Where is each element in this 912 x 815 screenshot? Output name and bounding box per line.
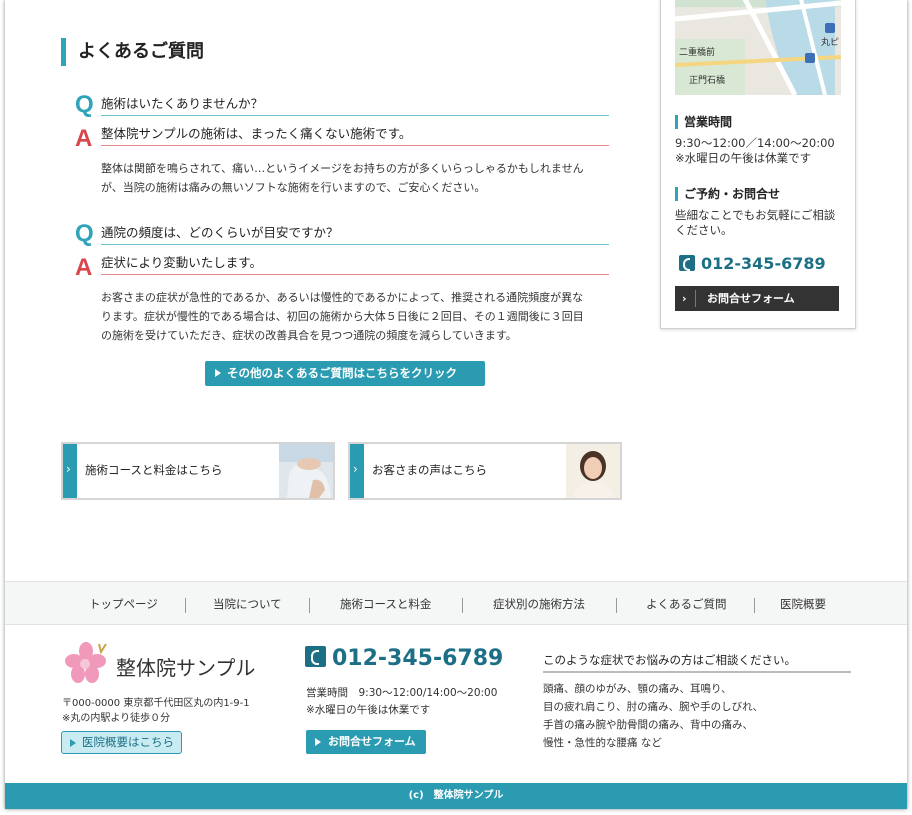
- footer-site-name: 整体院サンプル: [116, 656, 256, 680]
- footer-nav-course[interactable]: 施術コースと料金: [340, 596, 431, 612]
- phone-text: 012-345-6789: [701, 254, 826, 273]
- faq-body-line: の施術を受けていただき、症状の改善具合を見つつ通院の頻度を減らしていきます。: [101, 329, 517, 342]
- faq-answer-body: 整体は関節を鳴らされて、痛い…というイメージをお持ちの方が多くいらっしゃるかもし…: [75, 159, 609, 197]
- footer-nav-clinic[interactable]: 医院概要: [780, 596, 826, 612]
- map-label: 二重橋前: [679, 46, 715, 58]
- footer-phone-number[interactable]: 012-345-6789: [305, 646, 503, 671]
- faq-section-title: よくあるご質問: [61, 38, 204, 66]
- phone-icon: [679, 255, 695, 271]
- nav-divider: [185, 598, 186, 613]
- map-label: 正門石橋: [689, 74, 725, 86]
- play-triangle-icon: [315, 738, 321, 746]
- faq-answer: A 症状により変動いたします。: [75, 252, 609, 281]
- faq-body-line: 整体は関節を鳴らされて、痛い…というイメージをお持ちの方が多くいらっしゃるかもし…: [101, 162, 584, 175]
- chevron-right-icon: ›: [682, 292, 687, 305]
- footer-nav-faq[interactable]: よくあるご質問: [646, 596, 727, 612]
- faq-body-line: お客さまの症状が急性的であるか、あるいは慢性的であるかによって、推奨される通院頻…: [101, 291, 584, 304]
- faq-question-text: 施術はいたくありませんか？: [101, 93, 609, 116]
- hours-line: 営業時間 9:30〜12:00/14:00〜20:00: [306, 687, 498, 699]
- banner-customer-voice[interactable]: › お客さまの声はこちら: [348, 442, 622, 500]
- nav-divider: [462, 598, 463, 613]
- symptom-heading: このような症状でお悩みの方はご相談ください。: [543, 652, 851, 673]
- sidebar-contact-button[interactable]: › お問合せフォーム: [675, 286, 839, 311]
- page-frame: よくあるご質問 Q 施術はいたくありませんか？ A 整体院サンプルの施術は、まっ…: [5, 0, 907, 809]
- footer-nav-about[interactable]: 当院について: [213, 596, 282, 612]
- footer-nav-symptoms[interactable]: 症状別の施術方法: [493, 596, 585, 612]
- play-triangle-icon: [70, 739, 76, 747]
- faq-question: Q 通院の頻度は、どのくらいが目安ですか？: [75, 220, 609, 248]
- copyright-bar: (c) 整体院サンプル: [5, 783, 907, 809]
- question-mark-q: Q: [75, 91, 94, 118]
- symptom-list: 頭痛、顔のゆがみ、顎の痛み、耳鳴り、 目の疲れ肩こり、肘の痛み、腕や手のしびれ、…: [543, 680, 763, 752]
- symptom-line: 頭痛、顔のゆがみ、顎の痛み、耳鳴り、: [543, 683, 732, 695]
- faq-answer-text: 整体院サンプルの施術は、まったく痛くない施術です。: [101, 123, 609, 146]
- sidebar-phone-number[interactable]: 012-345-6789: [679, 254, 826, 273]
- sidebar: 二重橋前 正門石橋 丸ピ 営業時間 9:30〜12:00／14:00〜20:00…: [660, 0, 856, 329]
- faq-body-line: ります。症状が慢性的である場合は、初回の施術から大体５日後に２回目、その１週間後…: [101, 310, 584, 323]
- footer-address: 〒000-0000 東京都千代田区丸の内1-9-1 ※丸の内駅より徒歩０分: [62, 696, 250, 726]
- reserve-heading: ご予約・お問合せ: [675, 187, 780, 201]
- banner-course-price[interactable]: › 施術コースと料金はこちら: [61, 442, 335, 500]
- address-line: ※丸の内駅より徒歩０分: [62, 713, 171, 724]
- phone-icon: [305, 646, 326, 667]
- phone-text: 012-345-6789: [332, 646, 504, 671]
- faq-answer-body: お客さまの症状が急性的であるか、あるいは慢性的であるかによって、推奨される通院頻…: [75, 288, 609, 345]
- access-map[interactable]: 二重橋前 正門石橋 丸ピ: [675, 0, 841, 95]
- symptom-line: 手首の痛み腕や肋骨間の痛み、背中の痛み、: [543, 719, 753, 731]
- chevron-right-icon: ›: [66, 462, 71, 476]
- customer-photo: [566, 444, 620, 498]
- treatment-photo: [279, 444, 333, 498]
- faq-question-text: 通院の頻度は、どのくらいが目安ですか？: [101, 222, 609, 245]
- hours-heading: 営業時間: [675, 115, 732, 129]
- banner-label: お客さまの声はこちら: [372, 463, 487, 477]
- nav-divider: [754, 598, 755, 613]
- contact-button-label: お問合せフォーム: [707, 292, 795, 305]
- faq-answer-text: 症状により変動いたします。: [101, 252, 609, 275]
- question-mark-q: Q: [75, 220, 94, 247]
- flower-logo-icon: [63, 640, 109, 686]
- banner-stripe: ›: [350, 444, 364, 498]
- more-faq-button[interactable]: その他のよくあるご質問はこちらをクリック: [205, 361, 485, 386]
- play-triangle-icon: [215, 369, 221, 377]
- answer-mark-a: A: [75, 254, 93, 281]
- clinic-info-label: 医院概要はこちら: [82, 735, 174, 749]
- symptom-line: 目の疲れ肩こり、肘の痛み、腕や手のしびれ、: [543, 701, 764, 713]
- hours-line: ※水曜日の午後は休業です: [675, 151, 812, 165]
- reserve-text: 些細なことでもお気軽にご相談 ください。: [675, 208, 835, 238]
- more-faq-label: その他のよくあるご質問はこちらをクリック: [227, 366, 457, 380]
- contact-button-label: お問合せフォーム: [328, 735, 416, 748]
- faq-item: Q 通院の頻度は、どのくらいが目安ですか？ A 症状により変動いたします。 お客…: [75, 220, 609, 345]
- clinic-info-button[interactable]: 医院概要はこちら: [61, 731, 182, 754]
- faq-question: Q 施術はいたくありませんか？: [75, 91, 609, 119]
- faq-answer: A 整体院サンプルの施術は、まったく痛くない施術です。: [75, 123, 609, 152]
- faq-item: Q 施術はいたくありませんか？ A 整体院サンプルの施術は、まったく痛くない施術…: [75, 91, 609, 197]
- nav-divider: [309, 598, 310, 613]
- banner-label: 施術コースと料金はこちら: [85, 463, 223, 477]
- button-separator: [695, 290, 696, 307]
- reserve-line: 些細なことでもお気軽にご相談: [675, 208, 836, 222]
- footer-hours: 営業時間 9:30〜12:00/14:00〜20:00 ※水曜日の午後は休業です: [306, 685, 497, 719]
- map-label: 丸ピ: [821, 36, 839, 48]
- chevron-right-icon: ›: [353, 462, 358, 476]
- footer-nav-top[interactable]: トップページ: [89, 596, 158, 612]
- faq-body-line: が、当院の施術は痛みの無いソフトな施術を行いますので、ご安心ください。: [101, 181, 486, 194]
- banner-stripe: ›: [63, 444, 77, 498]
- address-line: 〒000-0000 東京都千代田区丸の内1-9-1: [62, 698, 250, 709]
- hours-line: ※水曜日の午後は休業です: [306, 704, 431, 716]
- symptom-line: 慢性・急性的な腰痛 など: [543, 737, 662, 749]
- hours-text: 9:30〜12:00／14:00〜20:00 ※水曜日の午後は休業です: [675, 136, 835, 166]
- nav-divider: [616, 598, 617, 613]
- reserve-line: ください。: [675, 223, 733, 237]
- hours-line: 9:30〜12:00／14:00〜20:00: [675, 136, 835, 150]
- footer-contact-button[interactable]: お問合せフォーム: [306, 730, 426, 754]
- answer-mark-a: A: [75, 125, 93, 152]
- footer-nav: トップページ 当院について 施術コースと料金 症状別の施術方法 よくあるご質問 …: [5, 581, 907, 625]
